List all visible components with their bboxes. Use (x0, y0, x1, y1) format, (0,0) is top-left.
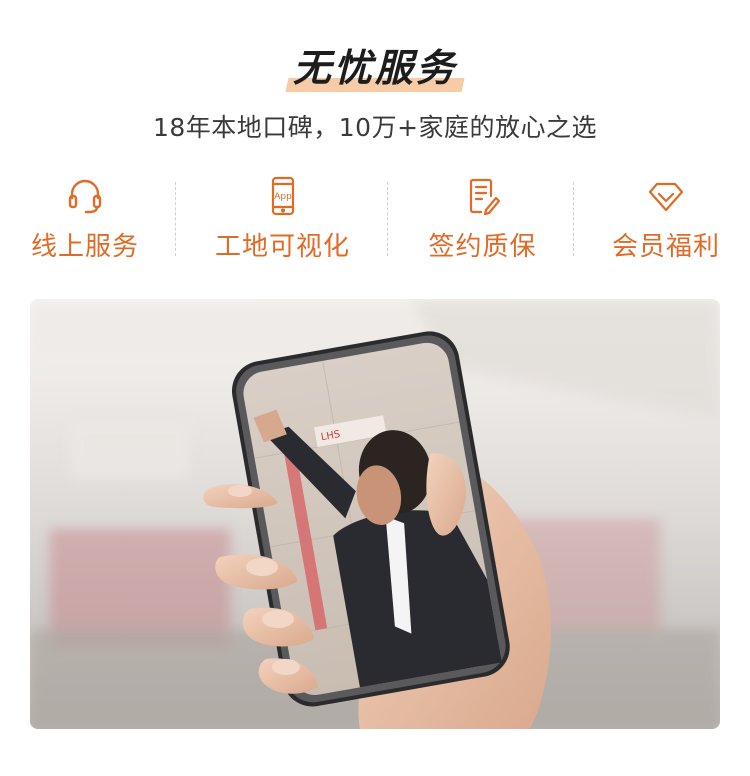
feature-label: 签约质保 (428, 232, 537, 262)
header: 无忧服务 (0, 42, 750, 94)
feature-site-visual[interactable]: App 工地可视化 (200, 176, 365, 263)
phone-app-icon: App (263, 176, 303, 216)
feature-contract-warranty[interactable]: 签约质保 (415, 176, 550, 263)
feature-label: 工地可视化 (214, 232, 350, 262)
hero-photo: LHS (30, 299, 720, 729)
feature-online-service[interactable]: 线上服务 (20, 176, 150, 263)
divider (387, 182, 388, 256)
contract-pen-icon (463, 176, 503, 216)
page-subtitle: 18年本地口碑，10万+家庭的放心之选 (152, 113, 598, 142)
feature-list: 线上服务 App 工地可视化 签约质保 会员福利 (0, 176, 750, 266)
headset-icon (65, 176, 105, 216)
diamond-icon (646, 176, 686, 216)
feature-member-benefits[interactable]: 会员福利 (600, 176, 732, 263)
hand-holding-phone-illustration: LHS (30, 299, 720, 729)
feature-label: 会员福利 (611, 232, 720, 262)
divider (573, 182, 574, 256)
divider (175, 182, 176, 256)
svg-text:App: App (274, 192, 292, 202)
page-title: 无忧服务 (285, 42, 465, 94)
feature-label: 线上服务 (30, 232, 139, 262)
